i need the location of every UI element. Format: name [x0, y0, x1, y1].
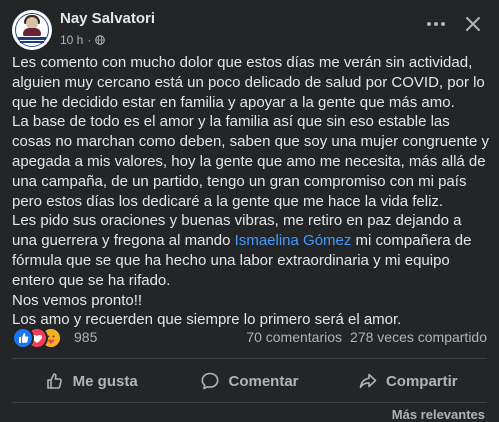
- post-meta: 10 h ·: [60, 33, 106, 47]
- like-icon: [12, 327, 34, 349]
- author-avatar[interactable]: [12, 10, 52, 50]
- post-paragraph: Nos vemos pronto!!: [12, 291, 143, 309]
- post-actions: Me gusta Comentar Compartir: [12, 363, 487, 399]
- post-stats: 70 comentarios 278 veces compartido: [246, 329, 487, 345]
- reaction-icons[interactable]: [12, 326, 72, 349]
- reaction-count[interactable]: 985: [74, 329, 97, 345]
- reactions-bar: 985 70 comentarios 278 veces compartido: [12, 326, 487, 349]
- comments-count[interactable]: 70 comentarios: [246, 329, 342, 345]
- post-paragraph: La base de todo es el amor y la familia …: [12, 113, 489, 210]
- close-icon[interactable]: [459, 10, 487, 38]
- thumbs-up-icon: [46, 373, 62, 389]
- share-label: Compartir: [385, 372, 458, 390]
- post-header: Nay Salvatori 10 h ·: [12, 8, 487, 50]
- author-name[interactable]: Nay Salvatori: [60, 10, 155, 27]
- comment-icon: [201, 372, 219, 390]
- shares-count[interactable]: 278 veces compartido: [350, 329, 487, 345]
- mention-link[interactable]: Ismaelina Gómez: [235, 232, 352, 249]
- divider: [12, 402, 487, 403]
- share-icon: [359, 373, 377, 389]
- post-time[interactable]: 10 h: [60, 33, 83, 47]
- comment-button[interactable]: Comentar: [170, 363, 328, 399]
- like-button[interactable]: Me gusta: [12, 363, 170, 399]
- more-options-icon[interactable]: [421, 12, 451, 36]
- post-paragraph: Les comento con mucho dolor que estos dí…: [12, 54, 485, 111]
- post-paragraph: Les pido sus oraciones y buenas vibras, …: [12, 211, 490, 290]
- post-body: Les comento con mucho dolor que estos dí…: [12, 53, 490, 330]
- divider: [12, 358, 487, 359]
- globe-icon[interactable]: [95, 35, 106, 45]
- meta-separator: ·: [87, 33, 92, 47]
- comment-label: Comentar: [228, 372, 299, 390]
- like-label: Me gusta: [72, 372, 138, 390]
- share-button[interactable]: Compartir: [329, 363, 487, 399]
